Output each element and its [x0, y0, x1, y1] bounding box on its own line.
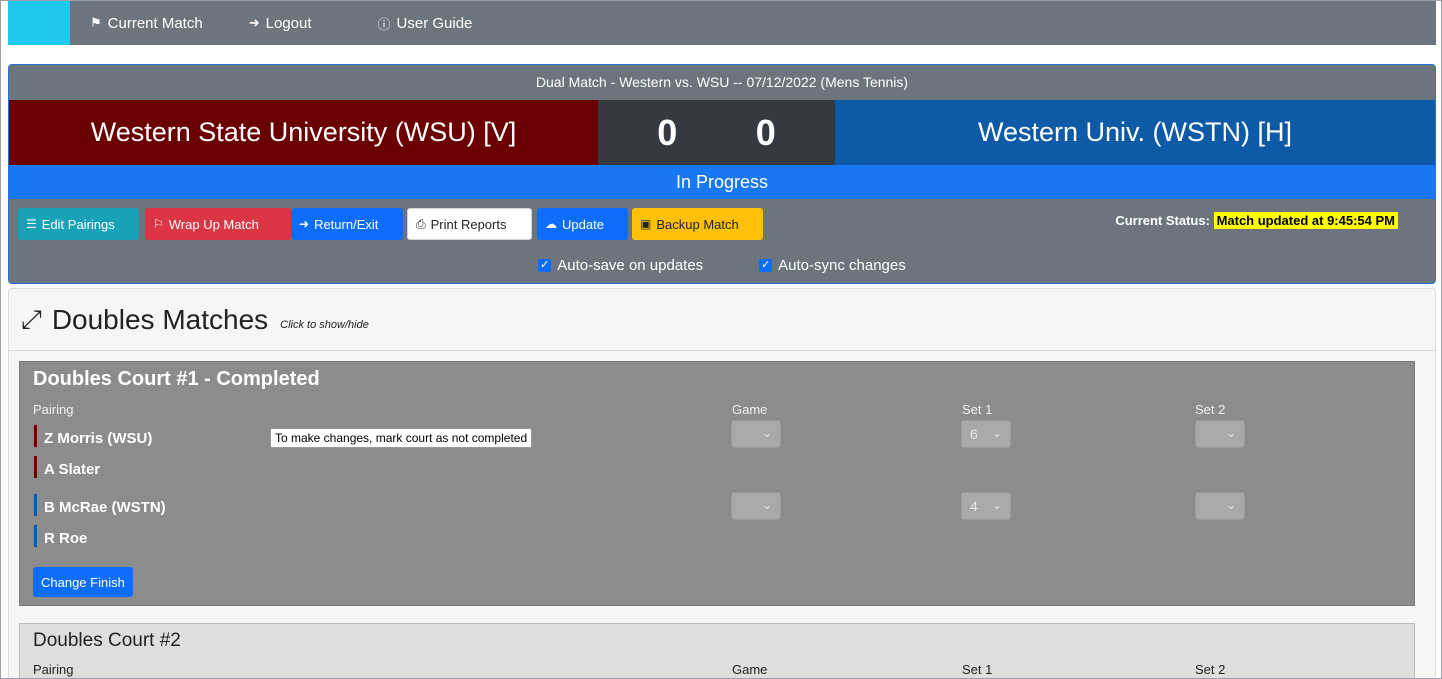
visiting-team-score: 0: [657, 111, 678, 153]
auto-sync-checkbox[interactable]: ✓ Auto-sync changes: [759, 257, 906, 274]
edit-pairings-label: Edit Pairings: [41, 216, 115, 232]
col-set1: Set 1: [962, 402, 993, 417]
list-ordered-icon: ☰: [26, 217, 37, 231]
printer-icon: ⎙: [416, 216, 426, 231]
nav-logout-label: Logout: [265, 14, 312, 32]
change-finish-button[interactable]: Change Finish: [33, 567, 133, 597]
current-status-label: Current Status:: [1115, 213, 1210, 228]
chevron-down-icon: ⌄: [1225, 498, 1236, 512]
team-color-bar: [34, 425, 37, 447]
locked-court-tooltip: To make changes, mark court as not compl…: [270, 428, 533, 448]
match-toolbar: ☰ Edit Pairings ⚐ Wrap Up Match ➜ Return…: [9, 199, 1435, 283]
wrap-up-match-button[interactable]: ⚐ Wrap Up Match: [145, 208, 291, 240]
col-set2: Set 2: [1195, 662, 1226, 677]
match-card: Dual Match - Western vs. WSU -- 07/12/20…: [8, 64, 1436, 284]
team1-set2-select[interactable]: ⌄: [1195, 420, 1245, 448]
visiting-team-name: Western State University (WSU) [V]: [9, 100, 598, 165]
col-set2: Set 2: [1195, 402, 1226, 417]
logout-icon: ➜: [248, 15, 260, 30]
court-2-title: Doubles Court #2: [33, 630, 181, 651]
team-color-bar: [34, 525, 37, 547]
team2-set2-select[interactable]: ⌄: [1195, 492, 1245, 520]
chevron-down-icon: ⌄: [761, 498, 772, 512]
sync-options: ✓ Auto-save on updates ✓ Auto-sync chang…: [9, 257, 1435, 274]
doubles-section: ⤢ Doubles Matches Click to show/hide Dou…: [8, 288, 1436, 678]
checkbox-checked-icon: ✓: [538, 259, 552, 272]
match-title: Dual Match - Western vs. WSU -- 07/12/20…: [535, 74, 909, 90]
team1-set1-select[interactable]: 6 ⌄: [961, 420, 1011, 448]
col-pairing: Pairing: [33, 402, 74, 417]
scoreboard: Western State University (WSU) [V] 0 0 W…: [9, 100, 1435, 165]
team1-game-select[interactable]: ⌄: [731, 420, 781, 448]
nav-current-match-label: Current Match: [107, 14, 203, 32]
top-navbar: ⚑ Current Match ➜ Logout ⓘ User Guide: [8, 1, 1436, 45]
checkbox-checked-icon: ✓: [759, 259, 773, 272]
team2-player2-name: R Roe: [44, 530, 88, 547]
backup-match-button[interactable]: ▣ Backup Match: [632, 208, 763, 240]
current-status: Current Status: Match updated at 9:45:54…: [1115, 212, 1398, 229]
doubles-section-header[interactable]: ⤢ Doubles Matches Click to show/hide: [9, 289, 1435, 351]
team1-set1-value: 6: [970, 426, 978, 442]
info-icon: ⓘ: [377, 16, 391, 32]
save-icon: ▣: [640, 217, 652, 231]
exit-icon: ➜: [299, 217, 310, 231]
auto-save-label: Auto-save on updates: [557, 257, 704, 274]
score-box: 0 0: [598, 100, 835, 165]
update-button[interactable]: ☁ Update: [537, 208, 628, 240]
chevron-down-icon: ⌄: [991, 498, 1002, 512]
home-team-name: Western Univ. (WSTN) [H]: [835, 100, 1435, 165]
team1-player2: A Slater: [34, 456, 101, 481]
return-exit-button[interactable]: ➜ Return/Exit: [291, 208, 403, 240]
doubles-court-1: Doubles Court #1 - Completed Pairing Gam…: [19, 361, 1415, 606]
team-color-bar: [34, 456, 37, 478]
cloud-icon: ☁: [545, 217, 557, 231]
show-hide-hint: Click to show/hide: [280, 318, 369, 331]
doubles-section-title: Doubles Matches: [51, 303, 269, 335]
team2-game-select[interactable]: ⌄: [731, 492, 781, 520]
col-game: Game: [732, 402, 768, 417]
nav-logout[interactable]: ➜ Logout: [249, 15, 312, 32]
col-pairing: Pairing: [33, 662, 74, 677]
team2-player2: R Roe: [34, 525, 88, 550]
update-label: Update: [562, 216, 604, 232]
col-set1: Set 1: [962, 662, 993, 677]
team1-player1: Z Morris (WSU): [34, 425, 153, 450]
return-exit-label: Return/Exit: [314, 216, 379, 232]
nav-user-guide-label: User Guide: [396, 14, 473, 32]
court-1-title: Doubles Court #1 - Completed: [33, 368, 320, 390]
col-game: Game: [732, 662, 768, 677]
team1-player2-name: A Slater: [44, 461, 101, 478]
current-status-value: Match updated at 9:45:54 PM: [1213, 212, 1398, 229]
doubles-court-2: Doubles Court #2 Pairing Game Set 1 Set …: [19, 623, 1415, 678]
team2-set1-select[interactable]: 4 ⌄: [961, 492, 1011, 520]
chevron-down-icon: ⌄: [1225, 426, 1236, 440]
chevron-down-icon: ⌄: [991, 426, 1002, 440]
podium-icon: ⚑: [90, 15, 102, 30]
team2-player1-name: B McRae (WSTN): [44, 499, 166, 516]
app-frame: ⚑ Current Match ➜ Logout ⓘ User Guide Du…: [0, 0, 1442, 679]
edit-pairings-button[interactable]: ☰ Edit Pairings: [18, 208, 139, 240]
print-reports-label: Print Reports: [430, 216, 507, 232]
checkered-flag-icon: ⚐: [153, 217, 164, 231]
nav-current-match[interactable]: ⚑ Current Match: [90, 15, 203, 32]
print-reports-button[interactable]: ⎙ Print Reports: [407, 208, 532, 240]
auto-sync-label: Auto-sync changes: [778, 257, 906, 274]
team2-player1: B McRae (WSTN): [34, 494, 166, 519]
backup-match-label: Backup Match: [656, 216, 739, 232]
team2-set1-value: 4: [970, 498, 978, 514]
team-color-bar: [34, 494, 37, 516]
home-team-score: 0: [755, 111, 776, 153]
nav-user-guide[interactable]: ⓘ User Guide: [378, 14, 473, 33]
match-status-bar: In Progress: [9, 165, 1435, 199]
chevron-down-icon: ⌄: [761, 426, 772, 440]
brand-logo[interactable]: [8, 1, 70, 45]
team1-player1-name: Z Morris (WSU): [44, 430, 153, 447]
auto-save-checkbox[interactable]: ✓ Auto-save on updates: [538, 257, 703, 274]
wrap-up-match-label: Wrap Up Match: [168, 216, 259, 232]
expand-arrows-icon[interactable]: ⤢: [21, 304, 42, 336]
